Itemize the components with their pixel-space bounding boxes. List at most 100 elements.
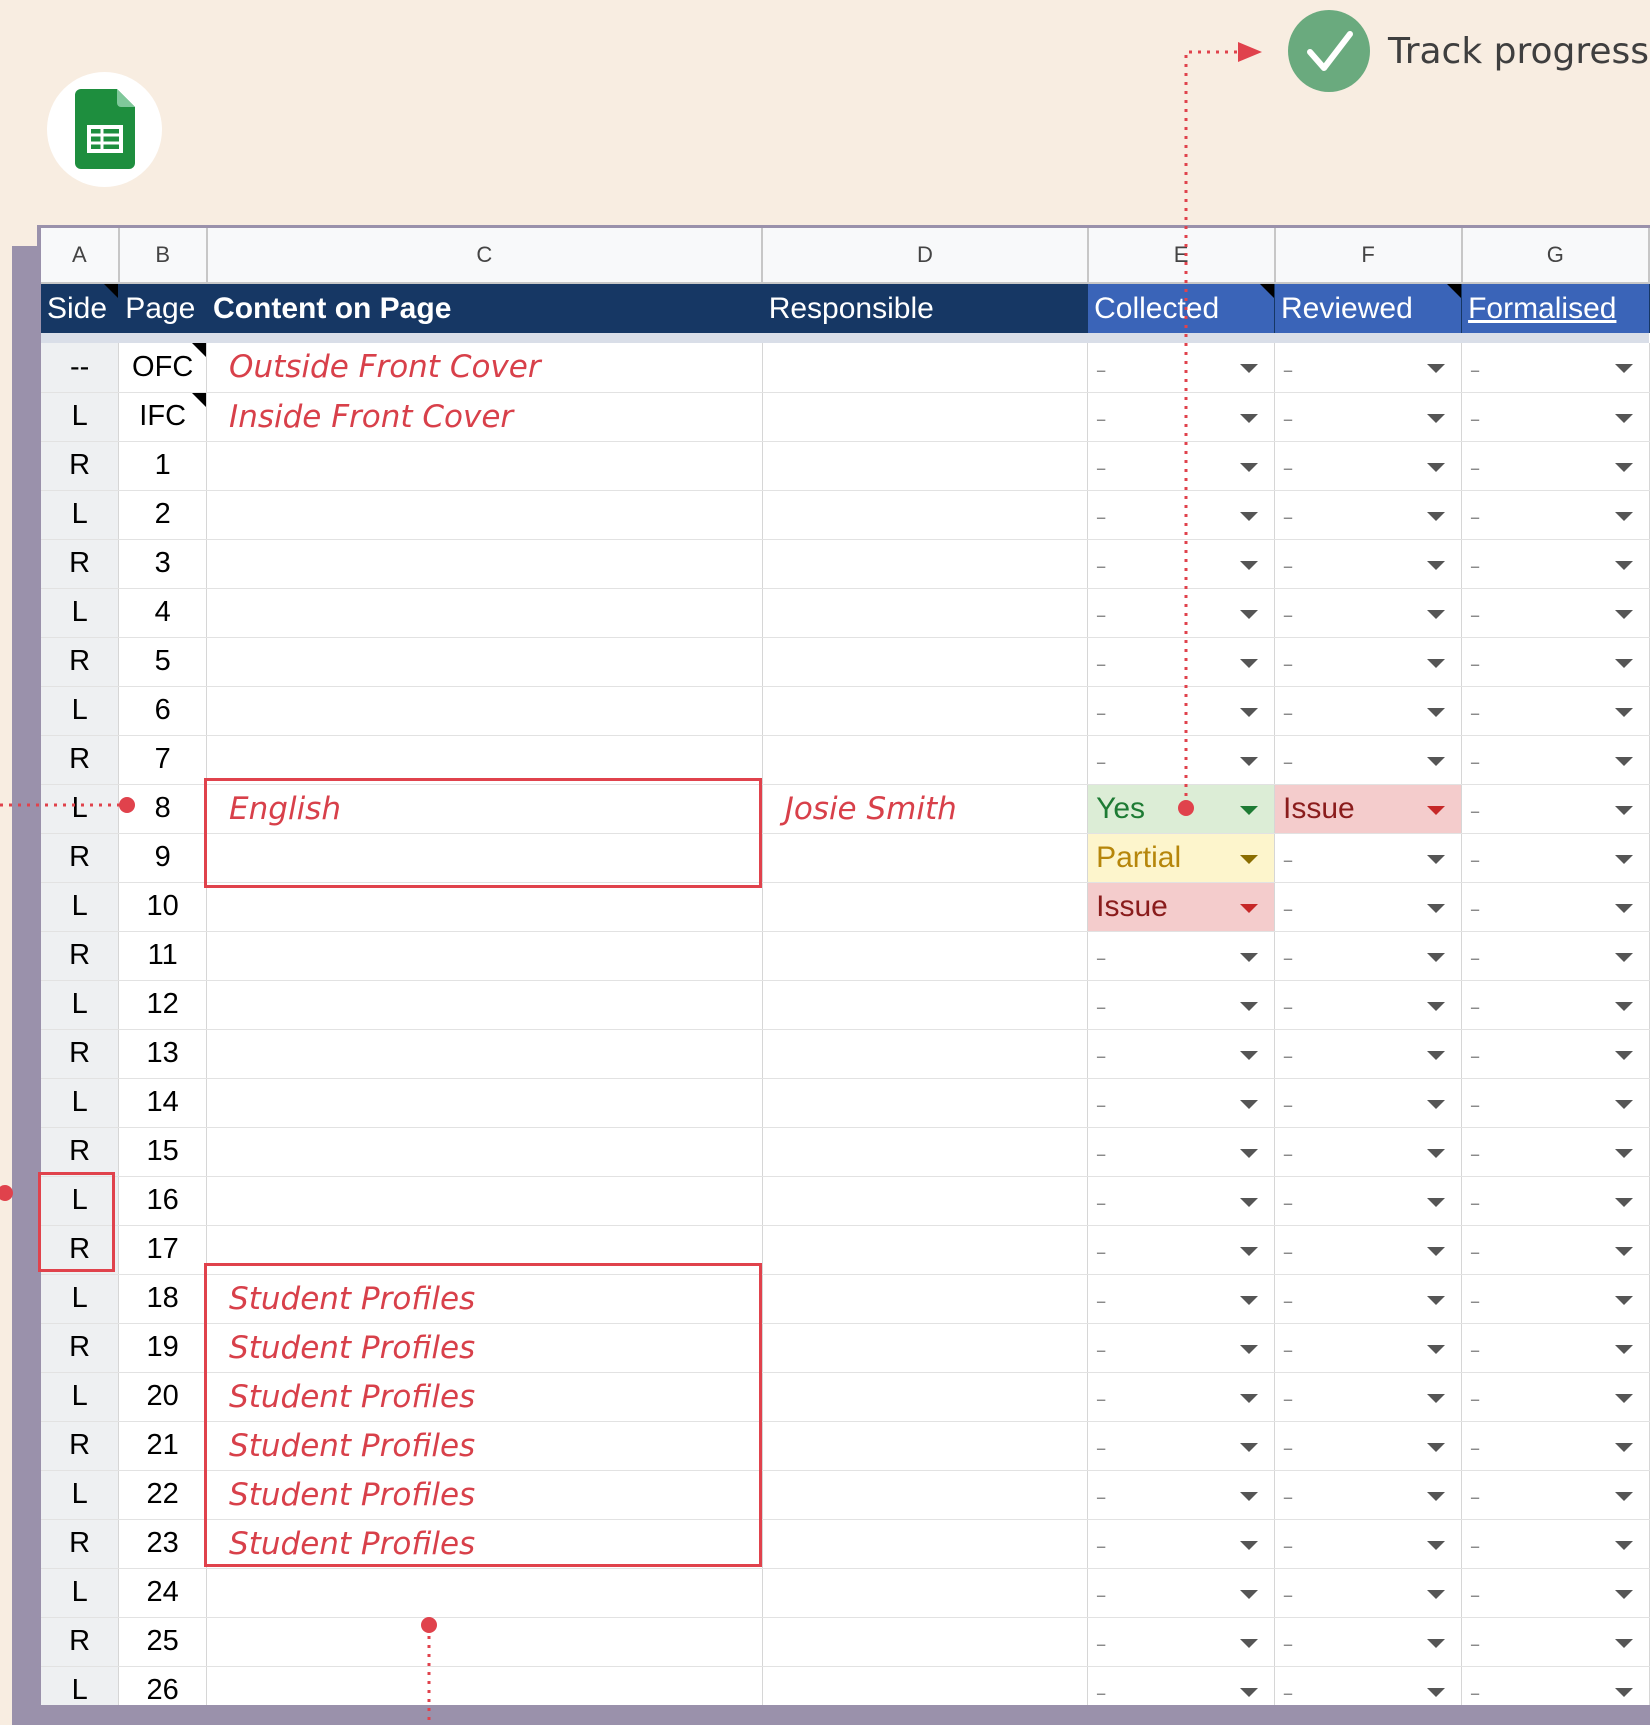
cell-content[interactable] — [206, 588, 763, 638]
cell-page[interactable]: 9 — [118, 833, 208, 883]
dropdown-arrow-icon[interactable] — [1240, 903, 1259, 913]
formalised-dropdown[interactable]: -- — [1461, 882, 1650, 932]
cell-content[interactable] — [206, 1127, 763, 1177]
cell-side[interactable]: R — [41, 1421, 120, 1471]
cell-content[interactable]: Outside Front Cover — [206, 343, 763, 393]
dropdown-arrow-icon[interactable] — [1240, 1001, 1259, 1011]
reviewed-dropdown[interactable]: -- — [1274, 1127, 1463, 1177]
collected-dropdown[interactable]: -- — [1087, 931, 1276, 981]
cell-responsible[interactable] — [762, 1421, 1089, 1471]
cell-responsible[interactable] — [762, 1323, 1089, 1373]
collected-dropdown[interactable]: -- — [1087, 1421, 1276, 1471]
cell-side[interactable]: L — [41, 980, 120, 1030]
cell-responsible[interactable] — [762, 343, 1089, 393]
cell-page[interactable]: 26 — [118, 1666, 208, 1705]
cell-content[interactable]: Student Profiles — [206, 1421, 763, 1471]
header-collected[interactable]: Collected — [1087, 283, 1276, 333]
reviewed-dropdown[interactable]: -- — [1274, 1274, 1463, 1324]
dropdown-arrow-icon[interactable] — [1427, 805, 1446, 815]
collected-dropdown[interactable]: Yes — [1087, 784, 1276, 834]
formalised-dropdown[interactable]: -- — [1461, 1568, 1650, 1618]
dropdown-arrow-icon[interactable] — [1427, 1246, 1446, 1256]
reviewed-dropdown[interactable]: Issue — [1274, 784, 1463, 834]
dropdown-arrow-icon[interactable] — [1427, 756, 1446, 766]
cell-side[interactable]: L — [41, 588, 120, 638]
cell-responsible[interactable] — [762, 392, 1089, 442]
cell-side[interactable]: L — [41, 784, 120, 834]
formalised-dropdown[interactable]: -- — [1461, 1372, 1650, 1422]
formalised-dropdown[interactable]: -- — [1461, 1617, 1650, 1667]
formalised-dropdown[interactable]: -- — [1461, 637, 1650, 687]
reviewed-dropdown[interactable]: -- — [1274, 882, 1463, 932]
dropdown-arrow-icon[interactable] — [1614, 560, 1633, 570]
dropdown-arrow-icon[interactable] — [1240, 1491, 1259, 1501]
reviewed-dropdown[interactable]: -- — [1274, 1029, 1463, 1079]
reviewed-dropdown[interactable]: -- — [1274, 637, 1463, 687]
cell-side[interactable]: R — [41, 1127, 120, 1177]
cell-side[interactable]: L — [41, 1274, 120, 1324]
collected-dropdown[interactable]: -- — [1087, 1519, 1276, 1569]
cell-page[interactable]: 11 — [118, 931, 208, 981]
dropdown-arrow-icon[interactable] — [1240, 560, 1259, 570]
collected-dropdown[interactable]: -- — [1087, 1029, 1276, 1079]
cell-side[interactable]: R — [41, 441, 120, 491]
dropdown-arrow-icon[interactable] — [1240, 1099, 1259, 1109]
formalised-dropdown[interactable]: -- — [1461, 1176, 1650, 1226]
dropdown-arrow-icon[interactable] — [1240, 1050, 1259, 1060]
dropdown-arrow-icon[interactable] — [1240, 1295, 1259, 1305]
cell-page[interactable]: 13 — [118, 1029, 208, 1079]
cell-side[interactable]: L — [41, 686, 120, 736]
formalised-dropdown[interactable]: -- — [1461, 1274, 1650, 1324]
collected-dropdown[interactable]: -- — [1087, 1470, 1276, 1520]
cell-content[interactable] — [206, 490, 763, 540]
cell-content[interactable] — [206, 735, 763, 785]
cell-side[interactable]: R — [41, 833, 120, 883]
cell-side[interactable]: -- — [41, 343, 120, 393]
dropdown-arrow-icon[interactable] — [1240, 658, 1259, 668]
dropdown-arrow-icon[interactable] — [1614, 903, 1633, 913]
cell-page[interactable]: 23 — [118, 1519, 208, 1569]
cell-page[interactable]: IFC — [118, 392, 208, 442]
column-header-g[interactable]: G — [1461, 228, 1650, 284]
dropdown-arrow-icon[interactable] — [1614, 413, 1633, 423]
collected-dropdown[interactable]: -- — [1087, 1568, 1276, 1618]
cell-responsible[interactable] — [762, 1274, 1089, 1324]
formalised-dropdown[interactable]: -- — [1461, 833, 1650, 883]
cell-page[interactable]: 14 — [118, 1078, 208, 1128]
cell-responsible[interactable] — [762, 1176, 1089, 1226]
reviewed-dropdown[interactable]: -- — [1274, 588, 1463, 638]
dropdown-arrow-icon[interactable] — [1614, 1442, 1633, 1452]
dropdown-arrow-icon[interactable] — [1614, 1589, 1633, 1599]
formalised-dropdown[interactable]: -- — [1461, 441, 1650, 491]
cell-content[interactable] — [206, 1029, 763, 1079]
dropdown-arrow-icon[interactable] — [1427, 1001, 1446, 1011]
dropdown-arrow-icon[interactable] — [1427, 1099, 1446, 1109]
formalised-dropdown[interactable]: -- — [1461, 980, 1650, 1030]
dropdown-arrow-icon[interactable] — [1427, 707, 1446, 717]
header-responsible[interactable]: Responsible — [762, 283, 1089, 333]
cell-responsible[interactable] — [762, 735, 1089, 785]
dropdown-arrow-icon[interactable] — [1614, 511, 1633, 521]
cell-side[interactable]: L — [41, 1176, 120, 1226]
cell-content[interactable]: Student Profiles — [206, 1372, 763, 1422]
header-reviewed[interactable]: Reviewed — [1274, 283, 1463, 333]
collected-dropdown[interactable]: -- — [1087, 637, 1276, 687]
cell-responsible[interactable] — [762, 1225, 1089, 1275]
dropdown-arrow-icon[interactable] — [1427, 1197, 1446, 1207]
reviewed-dropdown[interactable]: -- — [1274, 1421, 1463, 1471]
dropdown-arrow-icon[interactable] — [1240, 609, 1259, 619]
dropdown-arrow-icon[interactable] — [1240, 1393, 1259, 1403]
cell-content[interactable] — [206, 833, 763, 883]
reviewed-dropdown[interactable]: -- — [1274, 1617, 1463, 1667]
cell-page[interactable]: 16 — [118, 1176, 208, 1226]
cell-page[interactable]: 15 — [118, 1127, 208, 1177]
cell-responsible[interactable] — [762, 686, 1089, 736]
dropdown-arrow-icon[interactable] — [1240, 1589, 1259, 1599]
cell-responsible[interactable] — [762, 539, 1089, 589]
dropdown-arrow-icon[interactable] — [1614, 658, 1633, 668]
dropdown-arrow-icon[interactable] — [1614, 1491, 1633, 1501]
cell-page[interactable]: 7 — [118, 735, 208, 785]
cell-page[interactable]: 21 — [118, 1421, 208, 1471]
dropdown-arrow-icon[interactable] — [1427, 1687, 1446, 1697]
reviewed-dropdown[interactable]: -- — [1274, 1372, 1463, 1422]
